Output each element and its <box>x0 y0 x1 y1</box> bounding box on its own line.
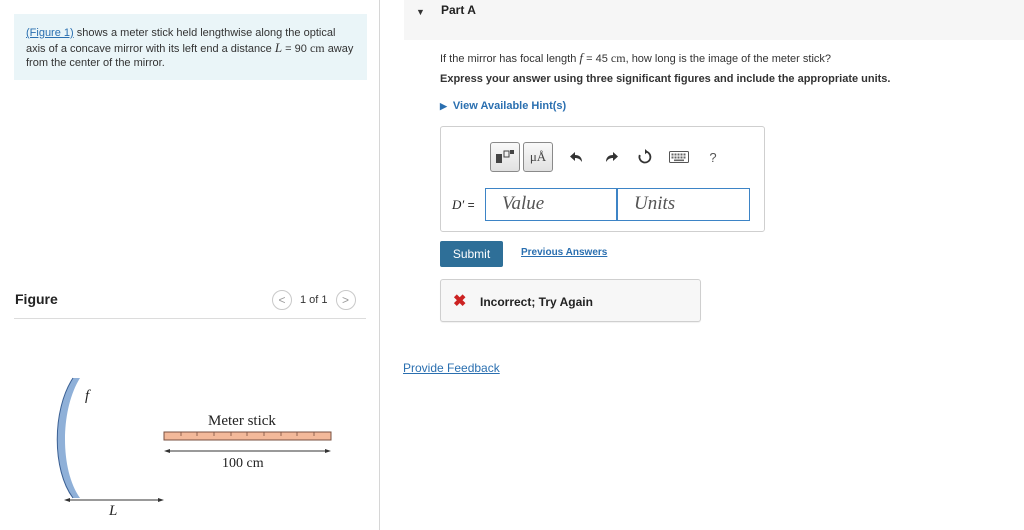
undo-icon <box>570 152 582 162</box>
left-pane: (Figure 1) shows a meter stick held leng… <box>0 0 379 530</box>
answer-label: D′ = <box>452 197 475 213</box>
pager-count: 1 of 1 <box>300 294 328 306</box>
help-button[interactable]: ? <box>699 143 727 171</box>
mirror-diagram: f Meter stick 100 cm L <box>40 370 360 525</box>
question-text: If the mirror has focal length f = 45 cm… <box>440 50 831 66</box>
caret-down-icon[interactable]: ▼ <box>416 7 425 17</box>
figure-pager: < 1 of 1 > <box>272 290 356 310</box>
submit-button[interactable]: Submit <box>440 241 503 267</box>
question-equals: = <box>586 53 593 65</box>
distance-arrowhead-left <box>64 498 70 502</box>
units-input[interactable]: Units <box>617 188 750 221</box>
question-var-f: f <box>579 50 584 65</box>
question-before: If the mirror has focal length <box>440 53 577 65</box>
answer-equals: = <box>467 198 475 212</box>
feedback-message: Incorrect; Try Again <box>480 295 593 309</box>
answer-instruction: Express your answer using three signific… <box>440 73 891 85</box>
keyboard-button[interactable] <box>665 143 693 171</box>
problem-value: 90 <box>294 42 307 55</box>
distance-label: L <box>109 503 118 519</box>
problem-intro: (Figure 1) shows a meter stick held leng… <box>14 14 367 80</box>
next-figure-button[interactable]: > <box>335 290 356 310</box>
meter-stick-label: Meter stick <box>208 413 276 429</box>
part-header[interactable] <box>404 0 1024 40</box>
keyboard-icon <box>669 151 689 163</box>
redo-icon <box>606 152 618 162</box>
figure-divider <box>14 318 366 319</box>
figure-link[interactable]: (Figure 1) <box>26 27 74 39</box>
focal-label: f <box>85 388 90 404</box>
part-title[interactable]: Part A <box>441 3 476 17</box>
distance-arrowhead-right <box>158 498 164 502</box>
length-label: 100 cm <box>222 456 264 471</box>
reset-icon <box>638 149 652 164</box>
view-hints-link[interactable]: ▶ View Available Hint(s) <box>440 100 566 112</box>
chevron-right-icon: > <box>342 293 350 307</box>
answer-panel: μÅ ? D′ = Value Units <box>440 126 765 232</box>
template-button[interactable] <box>490 142 520 172</box>
answer-var: D′ <box>452 197 465 212</box>
help-icon: ? <box>709 149 717 165</box>
undo-button[interactable] <box>563 143 591 171</box>
pane-divider <box>379 0 380 530</box>
hints-label: View Available Hint(s) <box>452 100 567 112</box>
template-icon <box>496 150 514 163</box>
feedback-message-box: ✖ Incorrect; Try Again <box>440 279 701 322</box>
length-arrowhead-left <box>164 449 170 453</box>
redo-button[interactable] <box>597 143 625 171</box>
provide-feedback-link[interactable]: Provide Feedback <box>403 361 500 375</box>
question-after: , how long is the image of the meter sti… <box>625 53 832 65</box>
question-unit: cm <box>610 51 626 65</box>
figure-title: Figure <box>15 291 58 307</box>
question-value: 45 <box>595 53 608 65</box>
reset-button[interactable] <box>631 143 659 171</box>
problem-unit: cm <box>309 40 325 55</box>
caret-right-icon: ▶ <box>440 101 447 111</box>
concave-mirror <box>57 378 80 498</box>
prev-figure-button[interactable]: < <box>272 290 292 310</box>
problem-var-l: L <box>274 39 283 55</box>
units-icon: μÅ <box>529 149 547 164</box>
chevron-left-icon: < <box>278 293 286 307</box>
units-button[interactable]: μÅ <box>523 142 553 172</box>
length-arrowhead-right <box>325 449 331 453</box>
value-input[interactable]: Value <box>485 188 617 221</box>
previous-answers-link[interactable]: Previous Answers <box>521 247 607 258</box>
error-x-icon: ✖ <box>453 293 467 310</box>
math-toolbar: μÅ ? <box>490 142 727 172</box>
meter-stick <box>163 431 332 441</box>
problem-equals: = <box>285 42 292 55</box>
